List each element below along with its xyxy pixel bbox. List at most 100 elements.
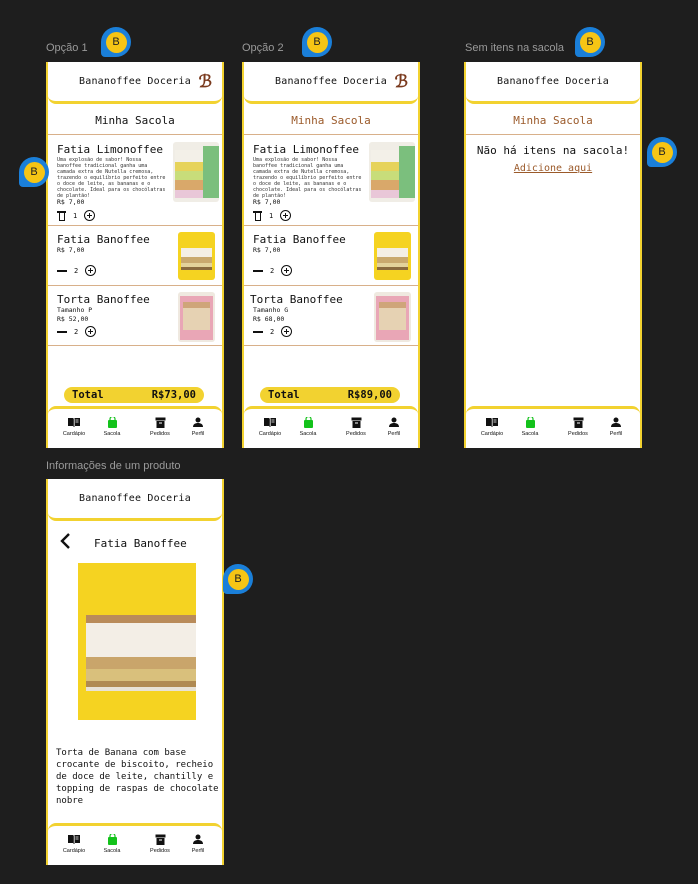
bag-item: Torta Banoffee Tamanho G R$ 68,00 2 xyxy=(244,286,418,346)
item-price: R$ 7,00 xyxy=(57,198,85,206)
item-price: R$ 7,00 xyxy=(57,246,85,254)
plus-icon[interactable] xyxy=(281,326,293,337)
frame-label-option1: Opção 1 xyxy=(46,42,88,54)
nav-perfil[interactable]: Perfil xyxy=(183,834,213,854)
orders-box-icon xyxy=(155,834,165,845)
phone-option1: Bananoffee Doceria ℬ Minha Sacola Fatia … xyxy=(46,62,224,448)
quantity-value: 2 xyxy=(74,327,79,336)
empty-bag-message: Não há itens na sacola! xyxy=(476,144,630,157)
item-image-banoffee-pie xyxy=(374,292,411,342)
shopping-bag-icon xyxy=(525,417,535,428)
item-name: Fatia Limonoffee xyxy=(253,143,359,156)
quantity-value: 2 xyxy=(270,266,275,275)
nav-pedidos[interactable]: Pedidos xyxy=(145,834,175,854)
person-icon xyxy=(193,417,203,427)
top-bar: Bananoffee Doceria ℬ xyxy=(244,62,418,104)
nav-cardapio[interactable]: Cardápio xyxy=(477,417,507,437)
person-icon xyxy=(193,834,203,844)
comment-badge[interactable]: B xyxy=(302,27,332,57)
comment-badge[interactable]: B xyxy=(647,137,677,167)
quantity-control: 1 xyxy=(253,210,292,221)
product-title: Fatia Banoffee xyxy=(94,537,187,550)
nav-sacola[interactable]: Sacola xyxy=(97,417,127,437)
minus-icon[interactable] xyxy=(57,330,67,333)
item-name: Fatia Banoffee xyxy=(253,233,346,246)
nav-sacola[interactable]: Sacola xyxy=(97,834,127,854)
item-image-banoffee-slice xyxy=(374,232,411,280)
bag-title: Minha Sacola xyxy=(466,107,640,135)
nav-label: Pedidos xyxy=(150,431,170,437)
nav-perfil[interactable]: Perfil xyxy=(601,417,631,437)
comment-badge[interactable]: B xyxy=(575,27,605,57)
nav-pedidos[interactable]: Pedidos xyxy=(563,417,593,437)
quantity-value: 2 xyxy=(74,266,79,275)
nav-label: Cardápio xyxy=(258,431,282,437)
comment-badge[interactable]: B xyxy=(223,564,253,594)
quantity-control: 2 xyxy=(253,326,293,337)
product-image xyxy=(78,563,196,720)
item-description: Uma explosão de sabor! Nossa banoffee tr… xyxy=(253,157,362,199)
back-arrow-icon[interactable] xyxy=(58,531,74,551)
total-value: R$73,00 xyxy=(151,389,196,401)
item-price: R$ 7,00 xyxy=(253,246,281,254)
item-image-limonoffee xyxy=(369,142,415,202)
plus-icon[interactable] xyxy=(85,265,97,276)
nav-label: Cardápio xyxy=(62,848,86,854)
total-label: Total xyxy=(72,389,104,401)
item-image-limonoffee xyxy=(173,142,219,202)
bag-title: Minha Sacola xyxy=(244,107,418,135)
menu-book-icon xyxy=(68,418,80,427)
nav-perfil[interactable]: Perfil xyxy=(379,417,409,437)
brand-name: Bananoffee Doceria xyxy=(79,493,191,504)
frame-label-product-info: Informações de um produto xyxy=(46,460,181,472)
minus-icon[interactable] xyxy=(253,330,263,333)
nav-label: Cardápio xyxy=(62,431,86,437)
item-name: Fatia Banoffee xyxy=(57,233,150,246)
comment-badge[interactable]: B xyxy=(101,27,131,57)
nav-label: Sacola xyxy=(103,431,121,437)
menu-book-icon xyxy=(486,418,498,427)
menu-book-icon xyxy=(264,418,276,427)
bottom-nav: Cardápio Sacola Pedidos Perfil xyxy=(48,406,222,448)
trash-icon[interactable] xyxy=(57,210,66,221)
orders-box-icon xyxy=(155,417,165,428)
frame-label-option2: Opção 2 xyxy=(242,42,284,54)
quantity-value: 1 xyxy=(269,211,274,220)
shopping-bag-icon xyxy=(107,834,117,845)
nav-pedidos[interactable]: Pedidos xyxy=(341,417,371,437)
nav-label: Sacola xyxy=(103,848,121,854)
add-items-link[interactable]: Adicione aqui xyxy=(466,163,640,174)
total-value: R$89,00 xyxy=(347,389,392,401)
plus-icon[interactable] xyxy=(85,326,97,337)
total-bar: Total R$73,00 xyxy=(64,387,204,403)
nav-cardapio[interactable]: Cardápio xyxy=(59,834,89,854)
top-bar: Bananoffee Doceria ℬ xyxy=(48,62,222,104)
trash-icon[interactable] xyxy=(253,210,262,221)
plus-icon[interactable] xyxy=(280,210,292,221)
phone-option2: Bananoffee Doceria ℬ Minha Sacola Fatia … xyxy=(242,62,420,448)
brand-name: Bananoffee Doceria xyxy=(497,76,609,87)
minus-icon[interactable] xyxy=(253,269,263,272)
item-name: Fatia Limonoffee xyxy=(57,143,163,156)
orders-box-icon xyxy=(573,417,583,428)
nav-sacola[interactable]: Sacola xyxy=(293,417,323,437)
nav-cardapio[interactable]: Cardápio xyxy=(255,417,285,437)
shopping-bag-icon xyxy=(303,417,313,428)
minus-icon[interactable] xyxy=(57,269,67,272)
nav-pedidos[interactable]: Pedidos xyxy=(145,417,175,437)
comment-badge[interactable]: B xyxy=(19,157,49,187)
nav-perfil[interactable]: Perfil xyxy=(183,417,213,437)
shopping-bag-icon xyxy=(107,417,117,428)
item-size: Tamanho P xyxy=(57,306,93,314)
brand-name: Bananoffee Doceria xyxy=(275,76,387,87)
nav-sacola[interactable]: Sacola xyxy=(515,417,545,437)
quantity-control: 2 xyxy=(57,326,97,337)
person-icon xyxy=(611,417,621,427)
nav-cardapio[interactable]: Cardápio xyxy=(59,417,89,437)
item-name: Torta Banoffee xyxy=(57,293,150,306)
item-size: Tamanho G xyxy=(253,306,289,314)
plus-icon[interactable] xyxy=(281,265,293,276)
brand-logo-icon: ℬ xyxy=(394,72,408,92)
plus-icon[interactable] xyxy=(84,210,96,221)
nav-label: Sacola xyxy=(299,431,317,437)
